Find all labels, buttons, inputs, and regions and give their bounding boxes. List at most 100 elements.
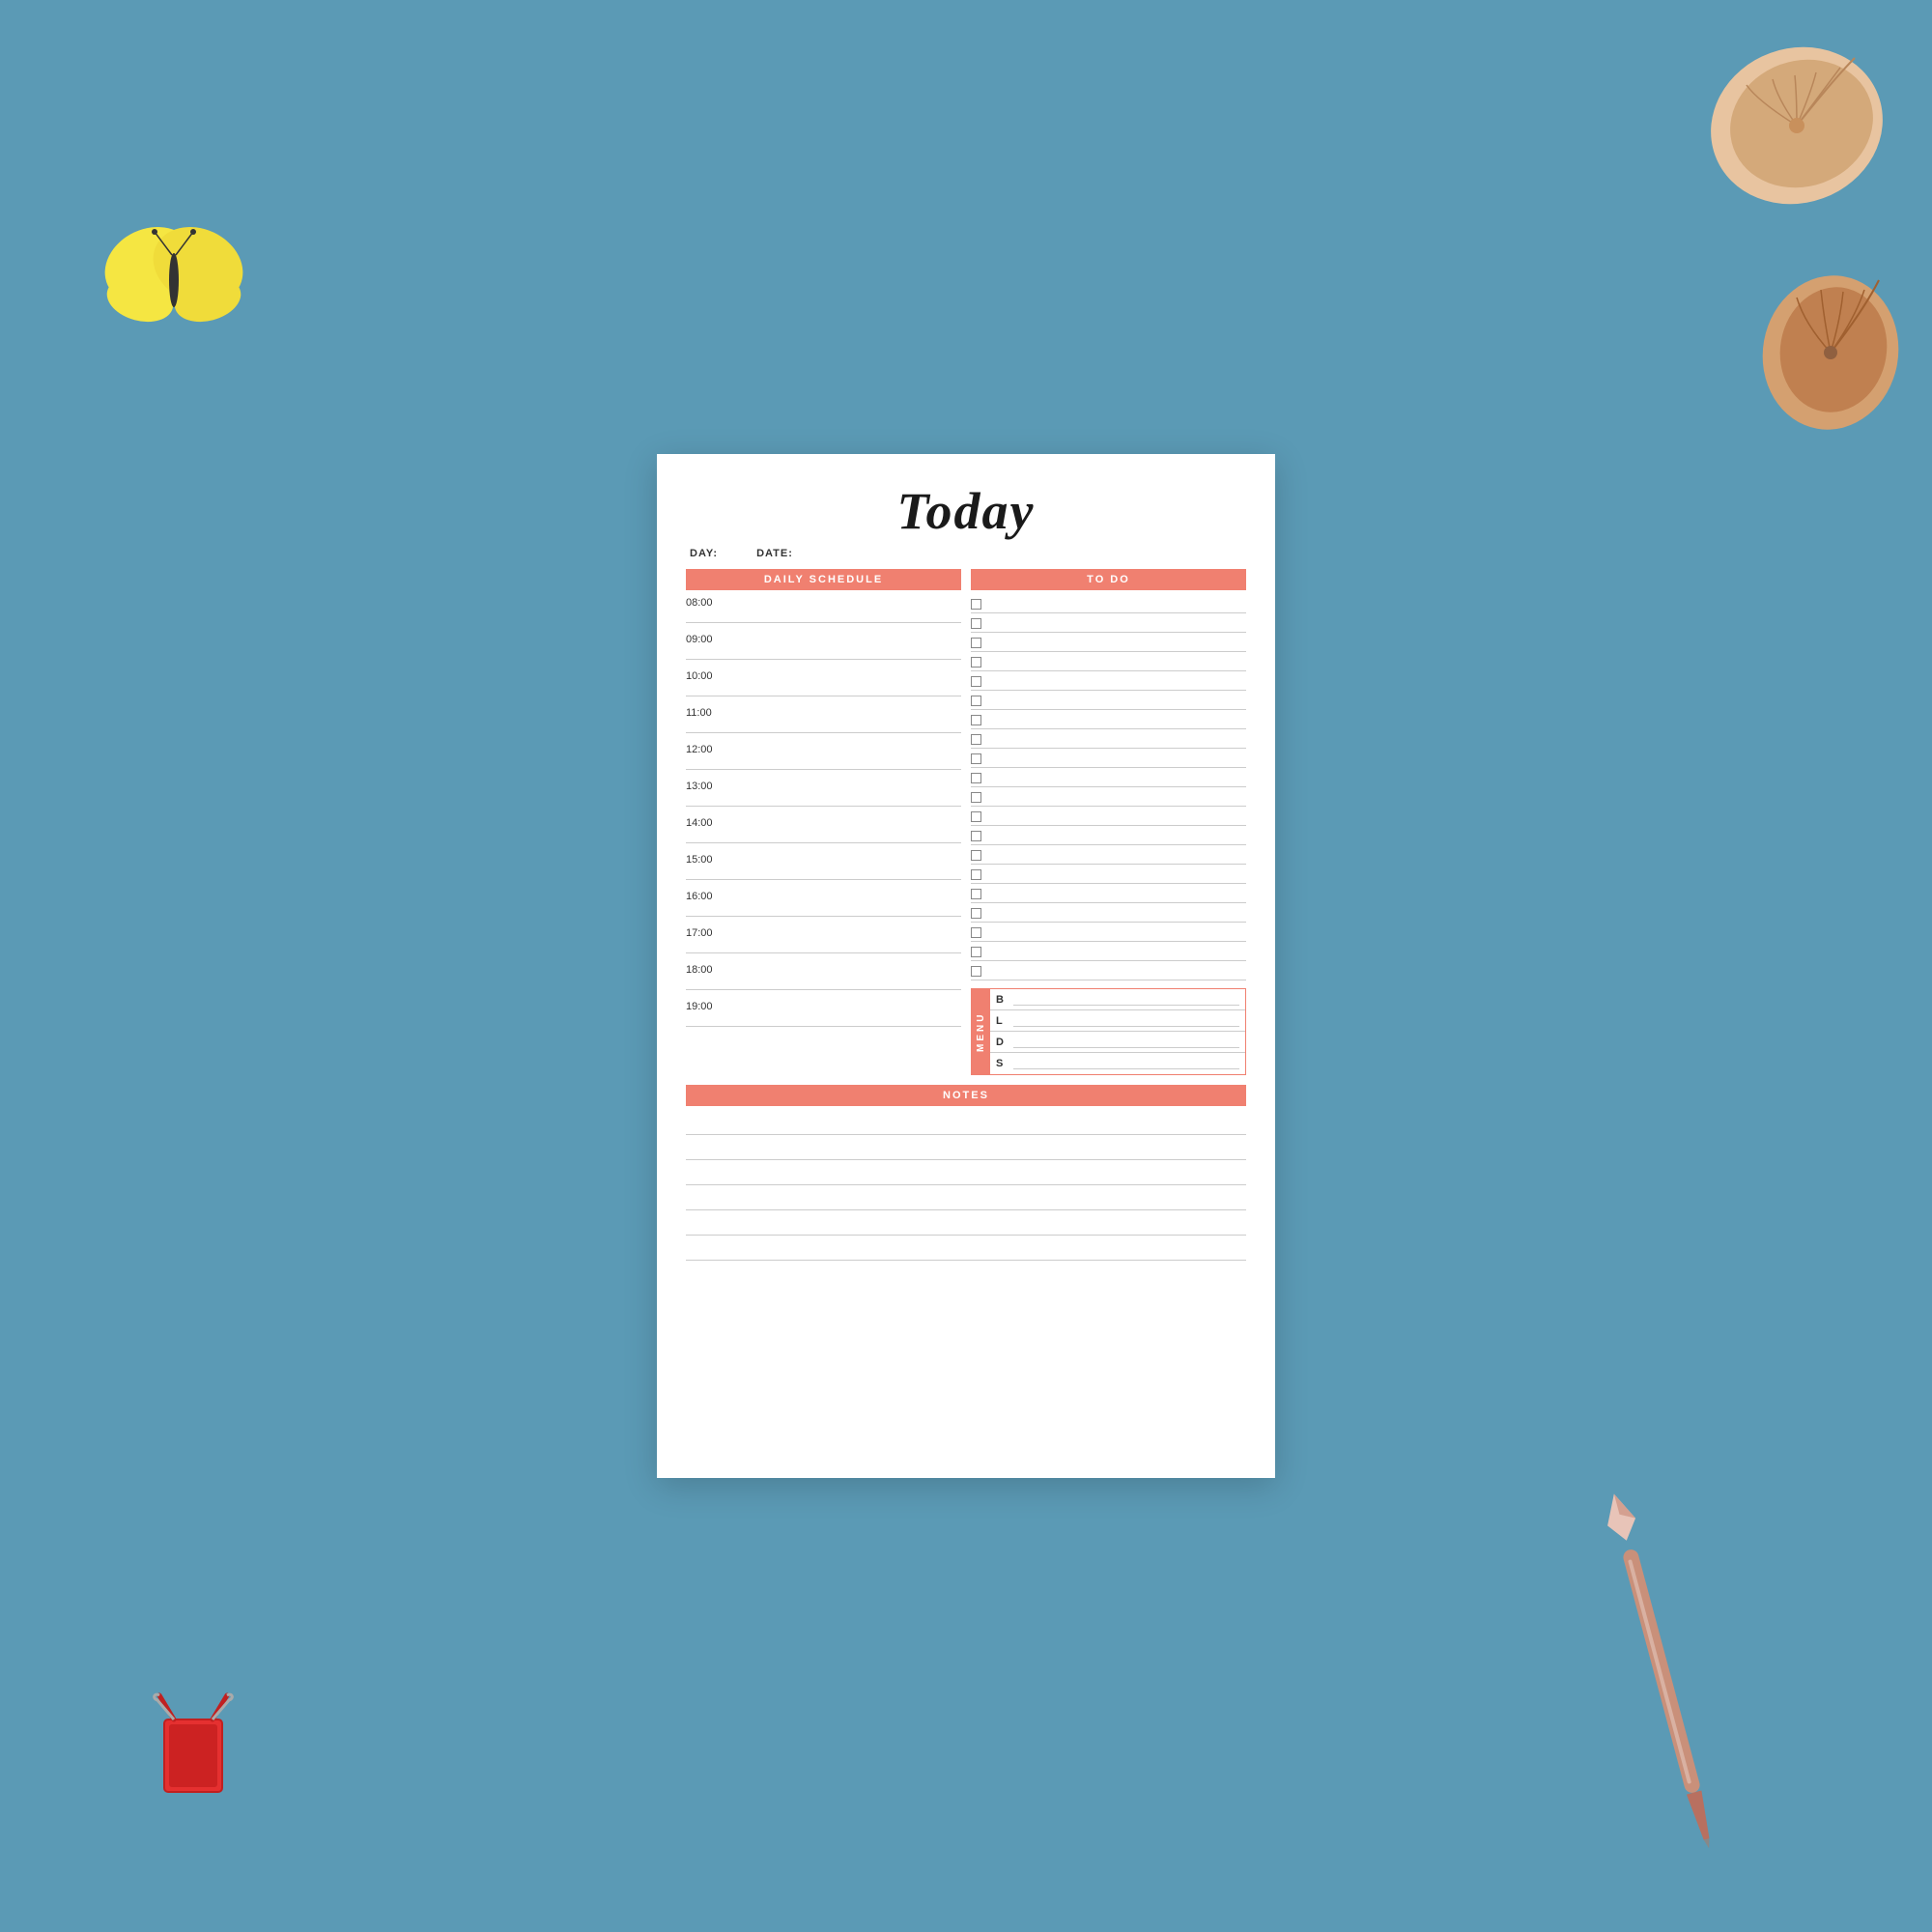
todo-text [987, 850, 1246, 862]
menu-row: D [990, 1032, 1245, 1053]
todo-checkbox[interactable] [971, 773, 981, 783]
menu-items: B L D S [990, 989, 1245, 1074]
seashell-mid-right [1758, 270, 1903, 435]
todo-item[interactable] [971, 594, 1246, 613]
todo-item[interactable] [971, 729, 1246, 749]
seashell-top-right [1700, 39, 1893, 213]
todo-checkbox[interactable] [971, 676, 981, 687]
schedule-item: 10:00 [686, 668, 961, 704]
todo-text [987, 599, 1246, 611]
menu-row: S [990, 1053, 1245, 1074]
todo-checkbox[interactable] [971, 966, 981, 977]
menu-line [1013, 994, 1239, 1006]
todo-item[interactable] [971, 710, 1246, 729]
todo-checkbox[interactable] [971, 850, 981, 861]
schedule-line [686, 756, 961, 770]
meta-row: DAY: DATE: [686, 548, 1246, 559]
menu-label: MENU [972, 989, 990, 1074]
todo-text [987, 676, 1246, 688]
todo-item[interactable] [971, 845, 1246, 865]
todo-item[interactable] [971, 807, 1246, 826]
notes-line [686, 1210, 1246, 1236]
todo-item[interactable] [971, 961, 1246, 980]
todo-text [987, 773, 1246, 784]
schedule-item: 18:00 [686, 961, 961, 998]
todo-checkbox[interactable] [971, 869, 981, 880]
todo-item[interactable] [971, 749, 1246, 768]
todo-checkbox[interactable] [971, 908, 981, 919]
menu-row: L [990, 1010, 1245, 1032]
menu-line [1013, 1015, 1239, 1027]
menu-key: B [996, 994, 1008, 1006]
todo-checkbox[interactable] [971, 831, 981, 841]
time-label: 15:00 [686, 851, 961, 867]
todo-item[interactable] [971, 923, 1246, 942]
butterfly-decoration [97, 213, 251, 338]
time-label: 09:00 [686, 631, 961, 646]
todo-checkbox[interactable] [971, 811, 981, 822]
todo-checkbox[interactable] [971, 792, 981, 803]
time-label: 16:00 [686, 888, 961, 903]
todo-text [987, 908, 1246, 920]
todo-checkbox[interactable] [971, 599, 981, 610]
schedule-line [686, 867, 961, 880]
notes-line [686, 1185, 1246, 1210]
time-label: 13:00 [686, 778, 961, 793]
todo-text [987, 889, 1246, 900]
todo-checkbox[interactable] [971, 927, 981, 938]
todo-text [987, 792, 1246, 804]
schedule-list: 08:00 09:00 10:00 11:00 12:00 13:00 14:0… [686, 594, 961, 1035]
notes-section: NOTES [686, 1085, 1246, 1261]
page-title: Today [686, 483, 1246, 540]
time-label: 11:00 [686, 704, 961, 720]
binder-clip-decoration [150, 1690, 237, 1806]
todo-checkbox[interactable] [971, 947, 981, 957]
todo-checkbox[interactable] [971, 734, 981, 745]
todo-item[interactable] [971, 903, 1246, 923]
notes-line [686, 1160, 1246, 1185]
todo-text [987, 638, 1246, 649]
todo-item[interactable] [971, 768, 1246, 787]
todo-text [987, 618, 1246, 630]
todo-text [987, 831, 1246, 842]
two-col-layout: DAILY SCHEDULE 08:00 09:00 10:00 11:00 1… [686, 569, 1246, 1075]
todo-checkbox[interactable] [971, 638, 981, 648]
date-label: DATE: [756, 548, 793, 559]
todo-checkbox[interactable] [971, 889, 981, 899]
todo-text [987, 947, 1246, 958]
pen-decoration [1586, 1487, 1737, 1857]
time-label: 17:00 [686, 924, 961, 940]
todo-item[interactable] [971, 826, 1246, 845]
todo-text [987, 715, 1246, 726]
notes-lines [686, 1110, 1246, 1261]
todo-item[interactable] [971, 671, 1246, 691]
day-label: DAY: [690, 548, 718, 559]
todo-item[interactable] [971, 691, 1246, 710]
schedule-line [686, 610, 961, 623]
todo-checkbox[interactable] [971, 618, 981, 629]
todo-header: TO DO [971, 569, 1246, 590]
todo-item[interactable] [971, 613, 1246, 633]
todo-text [987, 869, 1246, 881]
notes-line [686, 1135, 1246, 1160]
time-label: 14:00 [686, 814, 961, 830]
todo-item[interactable] [971, 865, 1246, 884]
todo-checkbox[interactable] [971, 696, 981, 706]
time-label: 10:00 [686, 668, 961, 683]
time-label: 19:00 [686, 998, 961, 1013]
schedule-line [686, 1013, 961, 1027]
todo-item[interactable] [971, 942, 1246, 961]
todo-item[interactable] [971, 633, 1246, 652]
todo-checkbox[interactable] [971, 715, 981, 725]
todo-item[interactable] [971, 652, 1246, 671]
schedule-line [686, 940, 961, 953]
todo-item[interactable] [971, 787, 1246, 807]
menu-key: D [996, 1037, 1008, 1048]
todo-item[interactable] [971, 884, 1246, 903]
todo-text [987, 657, 1246, 668]
daily-schedule-column: DAILY SCHEDULE 08:00 09:00 10:00 11:00 1… [686, 569, 961, 1075]
todo-checkbox[interactable] [971, 753, 981, 764]
notes-header: NOTES [686, 1085, 1246, 1106]
notes-line [686, 1236, 1246, 1261]
todo-checkbox[interactable] [971, 657, 981, 668]
